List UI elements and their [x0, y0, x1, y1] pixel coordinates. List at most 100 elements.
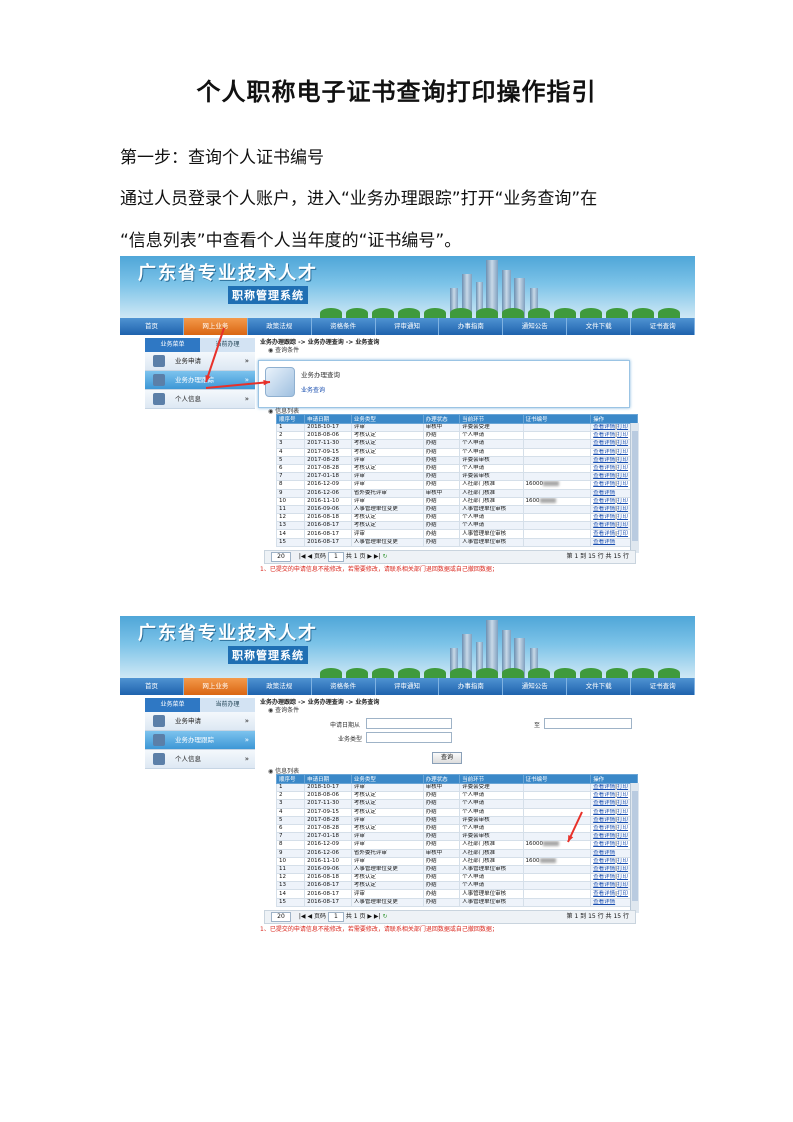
side-item-0[interactable]: 业务申请 » — [145, 712, 255, 731]
print-link[interactable]: 打印 — [617, 809, 628, 815]
next-page-icon[interactable]: ▶ ▶| — [367, 913, 382, 920]
nav-item-3[interactable]: 资格条件 — [312, 678, 376, 695]
business-type-select[interactable] — [366, 732, 452, 743]
nav-item-4[interactable]: 评审通知 — [376, 678, 440, 695]
print-link[interactable]: 打印 — [617, 875, 628, 881]
table-row[interactable]: 1 2018-10-17 评审 审核中 评委会受理 查看详情|打印 — [275, 422, 638, 433]
table-row[interactable]: 6 2017-08-28 考核认定 办结 个人申请 查看详情|打印 — [275, 823, 638, 834]
view-details-link[interactable]: 查看详情 — [593, 842, 615, 848]
query-button[interactable]: 查询 — [432, 752, 462, 764]
nav-item-6[interactable]: 通知公告 — [503, 678, 568, 695]
view-details-link[interactable]: 查看详情 — [593, 883, 615, 889]
date-to-input[interactable] — [544, 718, 632, 729]
refresh-icon[interactable]: ↻ — [382, 913, 387, 920]
table-row[interactable]: 4 2017-09-15 考核认定 办结 个人申请 查看详情|打印 — [275, 807, 638, 817]
print-link[interactable]: 打印 — [617, 531, 628, 537]
next-page-icon[interactable]: ▶ ▶| — [367, 553, 382, 560]
print-link[interactable]: 打印 — [617, 891, 628, 897]
table-row[interactable]: 14 2016-08-17 评审 办结 人事管理单位审核 查看详情|打印 — [275, 889, 638, 899]
tab-current-handling[interactable]: 当前办理 — [200, 338, 255, 352]
print-link[interactable]: 打印 — [617, 506, 628, 512]
table-scrollbar[interactable] — [630, 783, 639, 913]
side-item-1[interactable]: 业务办理跟踪 » — [145, 731, 255, 750]
table-row[interactable]: 1 2018-10-17 评审 审核中 评委会受理 查看详情|打印 — [275, 782, 638, 793]
page-input[interactable]: 1 — [327, 912, 344, 922]
nav-item-5[interactable]: 办事指南 — [439, 318, 504, 335]
view-details-link[interactable]: 查看详情 — [593, 449, 615, 455]
view-details-link[interactable]: 查看详情 — [593, 834, 615, 840]
table-row[interactable]: 13 2016-08-17 考核认定 办结 个人申请 查看详情|打印 — [275, 881, 638, 891]
print-link[interactable]: 打印 — [617, 465, 628, 471]
view-details-link[interactable]: 查看详情 — [593, 817, 615, 823]
print-link[interactable]: 打印 — [617, 858, 628, 864]
view-details-link[interactable]: 查看详情 — [593, 433, 615, 439]
nav-item-1[interactable]: 网上业务 — [183, 318, 248, 335]
print-link[interactable]: 打印 — [617, 817, 628, 823]
table-row[interactable]: 15 2016-08-17 人事管理单位变更 办结 人事管理单位审核 查看详情 — [275, 537, 638, 547]
view-details-link[interactable]: 查看详情 — [593, 539, 615, 545]
nav-item-0[interactable]: 首页 — [120, 678, 184, 695]
print-link[interactable]: 打印 — [617, 785, 628, 791]
table-row[interactable]: 13 2016-08-17 考核认定 办结 个人申请 查看详情|打印 — [275, 521, 638, 531]
view-details-link[interactable]: 查看详情 — [593, 899, 615, 905]
first-page-icon[interactable]: |◀ ◀ — [297, 913, 314, 920]
table-scrollbar[interactable] — [630, 423, 639, 553]
page-input[interactable]: 1 — [327, 552, 344, 562]
table-row[interactable]: 5 2017-08-28 评审 办结 评委会审核 查看详情|打印 — [275, 455, 638, 465]
table-row[interactable]: 2 2018-08-06 考核认定 办结 个人申请 查看详情|打印 — [275, 791, 638, 801]
scroll-thumb[interactable] — [632, 791, 638, 901]
nav-item-8[interactable]: 证书查询 — [631, 318, 695, 335]
nav-item-2[interactable]: 政策法规 — [248, 678, 312, 695]
table-row[interactable]: 12 2016-08-18 考核认定 办结 个人申请 查看详情|打印 — [275, 513, 638, 523]
scroll-thumb[interactable] — [632, 431, 638, 541]
view-details-link[interactable]: 查看详情 — [593, 441, 615, 447]
nav-item-6[interactable]: 通知公告 — [503, 318, 568, 335]
print-link[interactable]: 打印 — [617, 498, 628, 504]
view-details-link[interactable]: 查看详情 — [593, 825, 615, 831]
popup-link-business-query[interactable]: 业务查询 — [301, 385, 325, 394]
table-row[interactable]: 7 2017-01-18 评审 办结 评委会审核 查看详情|打印 — [275, 832, 638, 842]
view-details-link[interactable]: 查看详情 — [593, 482, 615, 488]
table-row[interactable]: 14 2016-08-17 评审 办结 人事管理单位审核 查看详情|打印 — [275, 529, 638, 539]
print-link[interactable]: 打印 — [617, 425, 628, 431]
view-details-link[interactable]: 查看详情 — [593, 801, 615, 807]
table-row[interactable]: 10 2016-11-10 评审 办结 人社部门核准 1600 查看详情|打印 — [275, 496, 638, 506]
view-details-link[interactable]: 查看详情 — [593, 457, 615, 463]
table-row[interactable]: 3 2017-11-30 考核认定 办结 个人申请 查看详情|打印 — [275, 439, 638, 449]
side-item-0[interactable]: 业务申请 » — [145, 352, 255, 371]
date-from-input[interactable] — [366, 718, 452, 729]
print-link[interactable]: 打印 — [617, 449, 628, 455]
table-row[interactable]: 10 2016-11-10 评审 办结 人社部门核准 1600 查看详情|打印 — [275, 856, 638, 866]
view-details-link[interactable]: 查看详情 — [593, 531, 615, 537]
print-link[interactable]: 打印 — [617, 482, 628, 488]
print-link[interactable]: 打印 — [617, 523, 628, 529]
print-link[interactable]: 打印 — [617, 515, 628, 521]
print-link[interactable]: 打印 — [617, 883, 628, 889]
nav-item-3[interactable]: 资格条件 — [312, 318, 376, 335]
page-size-select[interactable]: 20 — [271, 552, 291, 562]
table-row[interactable]: 9 2016-12-06 省外委托评审 审核中 人社部门核准 查看详情 — [275, 848, 638, 858]
table-row[interactable]: 11 2016-09-06 人事管理单位变更 办结 人事管理单位审核 查看详情|打印 — [275, 504, 638, 515]
tab-current-handling[interactable]: 当前办理 — [200, 698, 255, 712]
nav-item-4[interactable]: 评审通知 — [376, 318, 440, 335]
view-details-link[interactable]: 查看详情 — [593, 785, 615, 791]
refresh-icon[interactable]: ↻ — [382, 553, 387, 560]
table-row[interactable]: 4 2017-09-15 考核认定 办结 个人申请 查看详情|打印 — [275, 447, 638, 457]
view-details-link[interactable]: 查看详情 — [593, 891, 615, 897]
page-size-select[interactable]: 20 — [271, 912, 291, 922]
first-page-icon[interactable]: |◀ ◀ — [297, 553, 314, 560]
table-row[interactable]: 7 2017-01-18 评审 办结 评委会审核 查看详情|打印 — [275, 472, 638, 482]
table-row[interactable]: 5 2017-08-28 评审 办结 评委会审核 查看详情|打印 — [275, 815, 638, 825]
print-link[interactable]: 打印 — [617, 801, 628, 807]
nav-item-8[interactable]: 证书查询 — [631, 678, 695, 695]
view-details-link[interactable]: 查看详情 — [593, 465, 615, 471]
side-item-2[interactable]: 个人信息 » — [145, 390, 255, 409]
view-details-link[interactable]: 查看详情 — [593, 425, 615, 431]
view-details-link[interactable]: 查看详情 — [593, 506, 615, 512]
print-link[interactable]: 打印 — [617, 457, 628, 463]
view-details-link[interactable]: 查看详情 — [593, 474, 615, 480]
tab-business-menu[interactable]: 业务菜单 — [145, 338, 200, 352]
print-link[interactable]: 打印 — [617, 866, 628, 872]
nav-item-2[interactable]: 政策法规 — [248, 318, 312, 335]
print-link[interactable]: 打印 — [617, 441, 628, 447]
